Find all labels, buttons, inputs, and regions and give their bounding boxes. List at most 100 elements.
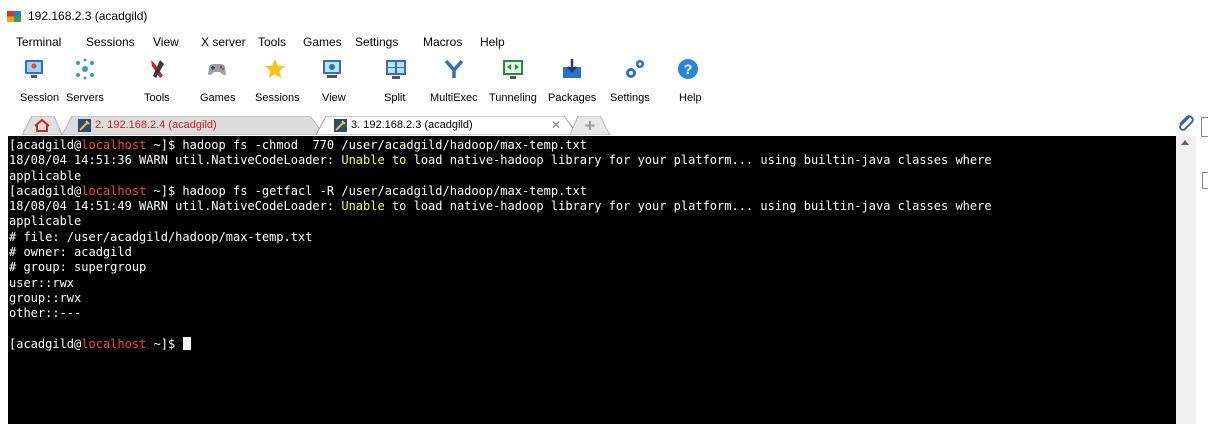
menu-sessions[interactable]: Sessions — [86, 35, 135, 49]
tab-label: 2. 192.168.2.4 (acadgild) — [95, 119, 217, 131]
tab-session-2[interactable]: 2. 192.168.2.4 (acadgild) — [62, 116, 324, 135]
attach-paperclip-icon[interactable] — [1176, 114, 1194, 132]
packages-label: Packages — [548, 92, 597, 104]
terminal-scrollbar[interactable] — [1176, 136, 1196, 424]
multiexec-label: MultiExec — [430, 92, 478, 104]
menu-tools[interactable]: Tools — [258, 35, 286, 49]
menu-x-server[interactable]: X server — [201, 35, 246, 49]
terminal-line: # group: supergroup — [9, 260, 992, 275]
terminal-line: group::rwx — [9, 291, 992, 306]
menu-macros[interactable]: Macros — [423, 35, 462, 49]
menu-games[interactable]: Games — [303, 35, 342, 49]
terminal-text: [acadgild@ — [9, 183, 82, 198]
warning-highlight: Unable to — [341, 199, 407, 214]
tools-button[interactable]: Tools — [140, 52, 180, 110]
terminal-text: ~]$ — [146, 336, 183, 351]
servers-label: Servers — [66, 92, 104, 104]
multiexec-button[interactable]: MultiExec — [426, 52, 486, 110]
terminal-text: [acadgild@ — [9, 138, 82, 152]
tunneling-label: Tunneling — [489, 92, 537, 104]
games-button[interactable]: Games — [196, 52, 240, 110]
hostname-text: localhost — [81, 183, 147, 198]
hostname-text: localhost — [81, 138, 147, 152]
hostname-text: localhost — [81, 336, 147, 351]
settings-button[interactable]: Settings — [608, 52, 660, 110]
session-tab-strip: 2. 192.168.2.4 (acadgild) 3. 192.168.2.3… — [0, 112, 1208, 136]
side-panel-edge — [1196, 112, 1208, 424]
terminal-text: # file: /user/acadgild/hadoop/max-temp.t… — [9, 229, 313, 244]
terminal-text: load native-hadoop library for your plat… — [406, 199, 992, 214]
title-bar: 192.168.2.3 (acadgild) — [0, 0, 1208, 32]
multiexec-icon — [444, 59, 464, 78]
main-toolbar: Session Servers Tools Games Sessions Vie… — [0, 52, 1208, 112]
terminal-output: [acadgild@localhost ~]$ hadoop fs -chmod… — [9, 138, 992, 352]
sessions-label: Sessions — [255, 92, 300, 104]
terminal-line: [acadgild@localhost ~]$ hadoop fs -getfa… — [9, 184, 992, 199]
terminal-text: load native-hadoop library for your plat… — [406, 153, 992, 168]
tab-session-3[interactable]: 3. 192.168.2.3 (acadgild) ✕ — [316, 116, 578, 135]
view-label: View — [322, 92, 346, 104]
packages-button[interactable]: Packages — [546, 52, 600, 110]
help-button[interactable]: ? Help — [673, 52, 709, 110]
mobaxterm-app-icon — [7, 11, 21, 22]
terminal-text: user::rwx — [9, 275, 75, 290]
servers-button[interactable]: Servers — [64, 52, 104, 110]
sessions-star-icon — [265, 59, 285, 78]
terminal-text: applicable — [9, 214, 82, 229]
menu-bar: Terminal Sessions View X server Tools Ga… — [0, 32, 1208, 52]
packages-icon — [563, 59, 581, 78]
tunneling-button[interactable]: Tunneling — [487, 52, 541, 110]
new-tab-button[interactable] — [569, 115, 612, 136]
terminal-text: ~]$ hadoop fs -chmod 770 /user/acadgild/… — [146, 138, 587, 152]
session-label: Session — [20, 92, 60, 104]
terminal-line: [acadgild@localhost ~]$ hadoop fs -chmod… — [9, 138, 992, 153]
terminal-text: 18/08/04 14:51:49 WARN util.NativeCodeLo… — [9, 199, 342, 214]
split-label: Split — [384, 92, 406, 104]
menu-settings[interactable]: Settings — [355, 35, 398, 49]
side-panel-box — [1201, 117, 1208, 137]
tools-icon — [151, 60, 164, 78]
split-icon — [386, 60, 406, 79]
terminal-line: # file: /user/acadgild/hadoop/max-temp.t… — [9, 230, 992, 245]
terminal-cursor — [183, 336, 192, 350]
session-icon — [25, 60, 43, 78]
menu-help[interactable]: Help — [480, 35, 505, 49]
home-tab[interactable] — [21, 115, 63, 136]
terminal-pane[interactable]: [acadgild@localhost ~]$ hadoop fs -chmod… — [8, 136, 1176, 424]
terminal-line: other::--- — [9, 306, 992, 321]
terminal-line: 18/08/04 14:51:49 WARN util.NativeCodeLo… — [9, 199, 992, 214]
terminal-text: ~]$ hadoop fs -getfacl -R /user/acadgild… — [146, 183, 587, 198]
terminal-text: [acadgild@ — [9, 336, 82, 351]
close-tab-icon[interactable]: ✕ — [551, 118, 561, 132]
terminal-text: other::--- — [9, 306, 82, 321]
split-button[interactable]: Split — [374, 52, 414, 110]
tunneling-icon — [503, 60, 523, 79]
side-panel-box — [1202, 172, 1208, 189]
games-label: Games — [200, 92, 236, 104]
svg-text:?: ? — [684, 61, 693, 77]
window-title: 192.168.2.3 (acadgild) — [28, 9, 148, 23]
scroll-up-arrow-icon[interactable] — [1181, 140, 1189, 145]
terminal-text: group::rwx — [9, 290, 82, 305]
settings-label: Settings — [610, 92, 650, 104]
servers-icon — [76, 58, 94, 80]
ssh-tab-icon — [78, 119, 91, 132]
terminal-line: user::rwx — [9, 276, 992, 291]
session-button[interactable]: Session — [14, 52, 59, 110]
sessions-button[interactable]: Sessions — [250, 52, 302, 110]
tools-label: Tools — [144, 92, 170, 104]
view-button[interactable]: View — [316, 52, 356, 110]
ssh-tab-icon — [334, 119, 347, 132]
help-label: Help — [679, 92, 702, 104]
terminal-line: applicable — [9, 169, 992, 184]
games-icon — [208, 64, 226, 75]
terminal-line: # owner: acadgild — [9, 245, 992, 260]
menu-terminal[interactable]: Terminal — [16, 35, 61, 49]
terminal-line: [acadgild@localhost ~]$ — [9, 336, 992, 352]
terminal-text: # owner: acadgild — [9, 245, 132, 260]
terminal-line: applicable — [9, 214, 992, 229]
terminal-line: 18/08/04 14:51:36 WARN util.NativeCodeLo… — [9, 153, 992, 168]
warning-highlight: Unable to — [341, 153, 407, 168]
menu-view[interactable]: View — [153, 35, 179, 49]
